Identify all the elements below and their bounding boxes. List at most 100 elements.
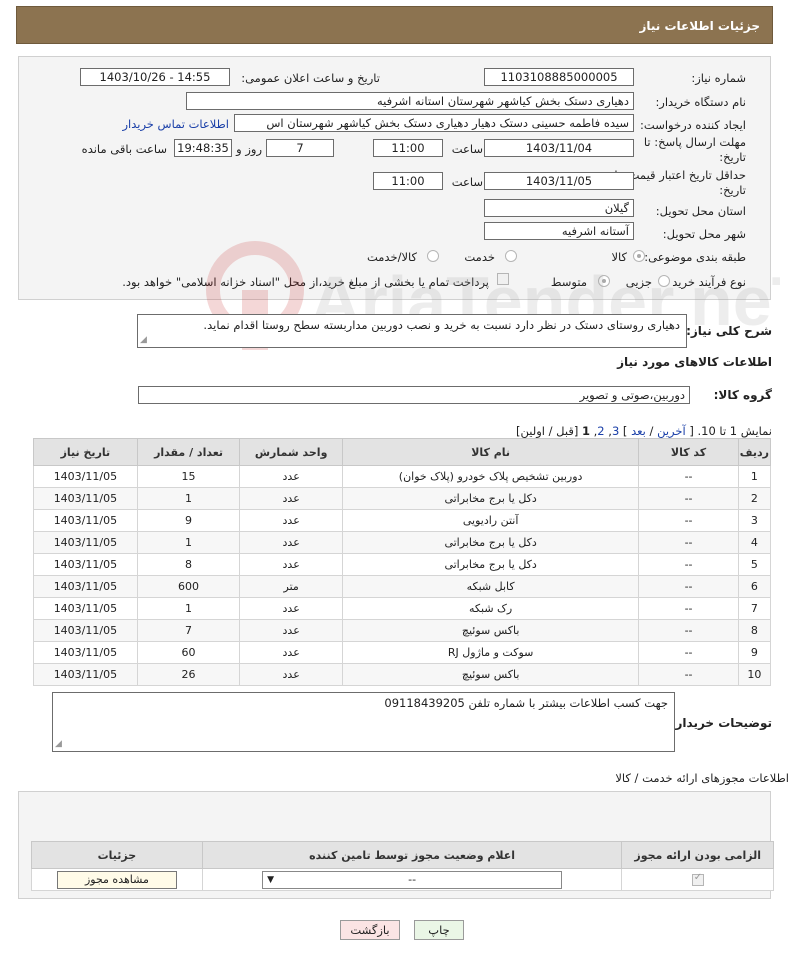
col-name[interactable]: نام کالا [341, 438, 640, 466]
goods-code: -- [638, 487, 739, 510]
summary-label: شرح کلی نیاز: [686, 324, 772, 338]
goods-date: 1403/11/05 [33, 465, 138, 488]
goods-unit: متر [239, 575, 343, 598]
col-permit-status: اعلام وضعیت مجوز توسط تامین کننده [201, 841, 623, 869]
pager-next-link[interactable]: بعد [631, 424, 646, 438]
goods-unit: عدد [239, 663, 343, 686]
process-label: نوع فرآیند خرید : [664, 275, 746, 289]
goods-code: -- [638, 663, 739, 686]
pager-page-2[interactable]: 2 [597, 424, 604, 438]
col-qty[interactable]: تعداد / مقدار [136, 438, 241, 466]
validity-date-field: 1403/11/05 [484, 172, 634, 190]
need-number-field: 1103108885000005 [484, 68, 634, 86]
goods-name: دکل یا برج مخابراتی [341, 487, 640, 510]
goods-qty: 60 [136, 641, 241, 664]
table-row: 5 -- دکل یا برج مخابراتی عدد 8 1403/11/05 [33, 553, 772, 576]
goods-name: دکل یا برج مخابراتی [341, 531, 640, 554]
pager: نمایش 1 تا 10. [ آخرین / بعد ] 3, 2, 1 [… [516, 424, 772, 438]
reply-time-field: 11:00 [373, 139, 443, 157]
col-permit-details: جزئیات [31, 841, 203, 869]
row-index: 7 [737, 597, 772, 620]
col-unit[interactable]: واحد شمارش [239, 438, 343, 466]
goods-name: باکس سوئیچ [341, 663, 640, 686]
goods-qty: 7 [136, 619, 241, 642]
goods-table-header: ردیف کد کالا نام کالا واحد شمارش تعداد /… [33, 438, 772, 466]
view-permit-button[interactable]: مشاهده مجوز [56, 870, 177, 889]
permit-required-checkbox: ✓ [691, 872, 704, 886]
goods-date: 1403/11/05 [33, 553, 138, 576]
goods-qty: 15 [136, 465, 241, 488]
treasury-payment-checkbox[interactable] [497, 273, 509, 285]
goods-name: سوکت و ماژول RJ [341, 641, 640, 664]
goods-date: 1403/11/05 [33, 575, 138, 598]
goods-code: -- [638, 553, 739, 576]
creator-field: سیده فاطمه حسینی دستک دهیار دهیاری دستک … [234, 114, 634, 132]
goods-code: -- [638, 509, 739, 532]
reply-deadline-label: مهلت ارسال پاسخ: تا تاریخ: [643, 135, 746, 164]
announce-field: 1403/10/26 - 14:55 [80, 68, 230, 86]
buyer-notes-text: جهت کسب اطلاعات بیشتر با شماره تلفن 0911… [384, 696, 668, 710]
resize-grip-icon[interactable]: ◢ [55, 739, 62, 749]
goods-qty: 1 [136, 487, 241, 510]
summary-text: دهیاری روستای دستک در نظر دارد نسبت به خ… [203, 318, 680, 332]
category-goods-radio[interactable] [633, 250, 645, 262]
resize-grip-icon[interactable]: ◢ [140, 335, 147, 345]
category-goods-service-radio[interactable] [427, 250, 439, 262]
category-service-label: خدمت [464, 250, 495, 264]
table-row: 7 -- رک شبکه عدد 1 1403/11/05 [33, 597, 772, 620]
goods-unit: عدد [239, 619, 343, 642]
goods-code: -- [638, 465, 739, 488]
row-index: 1 [737, 465, 772, 488]
permits-table-header: الزامی بودن ارائه مجوز اعلام وضعیت مجوز … [31, 841, 774, 869]
row-index: 3 [737, 509, 772, 532]
province-field: گیلان [484, 199, 634, 217]
row-index: 2 [737, 487, 772, 510]
goods-unit: عدد [239, 465, 343, 488]
table-row: 2 -- دکل یا برج مخابراتی عدد 1 1403/11/05 [33, 487, 772, 510]
goods-qty: 1 [136, 597, 241, 620]
col-code[interactable]: کد کالا [638, 438, 739, 466]
pager-pages-open: ] [619, 424, 628, 438]
table-row: 8 -- باکس سوئیچ عدد 7 1403/11/05 [33, 619, 772, 642]
pager-suffix: [قبل / اولین] [516, 424, 579, 438]
pager-page-1: 1 [581, 424, 590, 438]
row-index: 4 [737, 531, 772, 554]
back-button[interactable]: بازگشت [340, 920, 400, 940]
reply-time-label: ساعت [451, 142, 483, 156]
announce-label: تاریخ و ساعت اعلان عمومی: [241, 71, 380, 85]
permits-table: الزامی بودن ارائه مجوز اعلام وضعیت مجوز … [31, 841, 774, 891]
process-medium-radio[interactable] [598, 275, 610, 287]
contact-info-link[interactable]: اطلاعات تماس خریدار [122, 117, 229, 131]
goods-qty: 9 [136, 509, 241, 532]
permit-status-cell: -- ▼ [201, 868, 623, 891]
city-field: آستانه اشرفیه [484, 222, 634, 240]
permits-title: اطلاعات مجوزهای ارائه خدمت / کالا [615, 771, 789, 785]
province-label: استان محل تحویل: [655, 204, 746, 218]
goods-name: کابل شبکه [341, 575, 640, 598]
table-row: 4 -- دکل یا برج مخابراتی عدد 1 1403/11/05 [33, 531, 772, 554]
remaining-time-field: 19:48:35 [174, 139, 232, 157]
summary-textarea: دهیاری روستای دستک در نظر دارد نسبت به خ… [137, 314, 687, 348]
goods-code: -- [638, 575, 739, 598]
goods-date: 1403/11/05 [33, 663, 138, 686]
table-row: 10 -- باکس سوئیچ عدد 26 1403/11/05 [33, 663, 772, 686]
pager-last-link[interactable]: آخرین [657, 424, 686, 438]
goods-date: 1403/11/05 [33, 597, 138, 620]
col-row[interactable]: ردیف [737, 438, 772, 466]
validity-time-label: ساعت [451, 175, 483, 189]
process-minor-radio[interactable] [658, 275, 670, 287]
goods-qty: 1 [136, 531, 241, 554]
goods-name: آنتن رادیویی [341, 509, 640, 532]
print-button[interactable]: چاپ [414, 920, 464, 940]
goods-unit: عدد [239, 531, 343, 554]
goods-group-label: گروه کالا: [713, 388, 772, 402]
goods-code: -- [638, 597, 739, 620]
category-service-radio[interactable] [505, 250, 517, 262]
pager-prefix: نمایش 1 تا 10. [ [689, 424, 772, 438]
goods-unit: عدد [239, 553, 343, 576]
permit-status-select[interactable]: -- ▼ [262, 870, 563, 889]
col-date[interactable]: تاریخ نیاز [33, 438, 138, 466]
category-label: طبقه بندی موضوعی: [644, 250, 746, 264]
permit-details-cell: مشاهده مجوز [31, 868, 203, 891]
goods-unit: عدد [239, 487, 343, 510]
